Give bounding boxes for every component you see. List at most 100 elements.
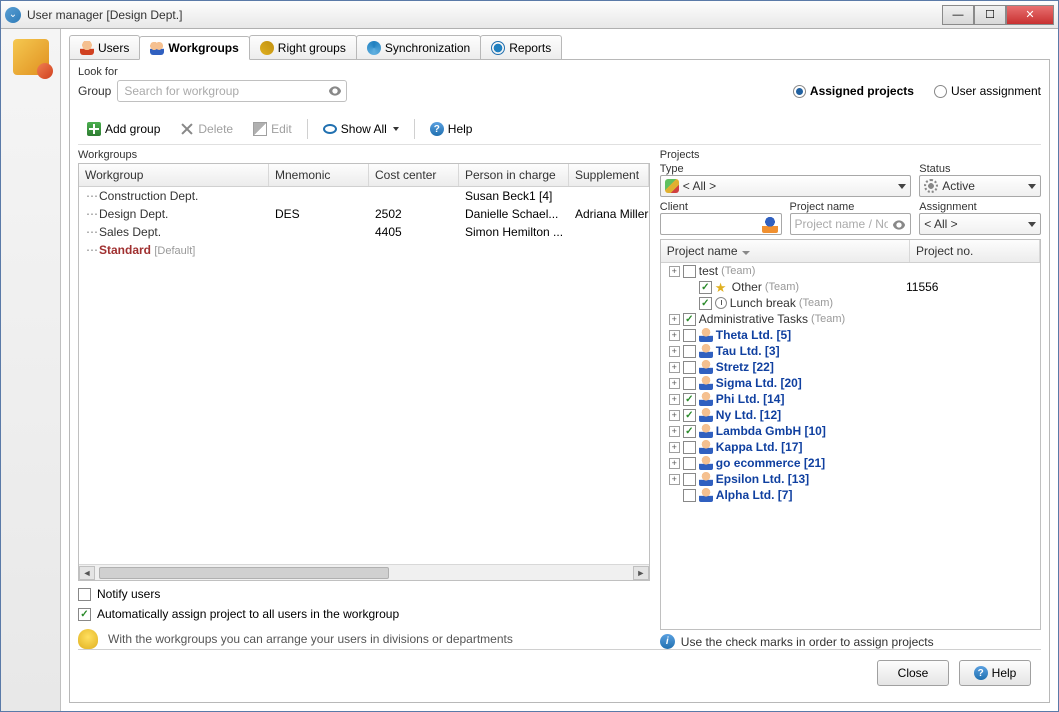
list-item[interactable]: +Phi Ltd. [14] [661,391,1040,407]
list-item[interactable]: + Sigma Ltd. [20] [661,375,1040,391]
table-row[interactable]: ⋯Design Dept.DES2502Danielle Schael...Ad… [79,205,649,223]
close-button[interactable]: Close [877,660,949,686]
notify-users-label: Notify users [97,587,160,601]
col-costcenter[interactable]: Cost center [369,164,459,186]
expander-icon[interactable]: + [669,266,680,277]
radio-user-assignment[interactable]: User assignment [934,84,1041,98]
list-item[interactable]: +go ecommerce [21] [661,455,1040,471]
tab-synchronization[interactable]: Synchronization [356,35,481,59]
project-checkbox[interactable] [683,329,696,342]
expander-icon[interactable]: + [669,442,680,453]
assignment-label: Assignment [919,201,1041,213]
project-checkbox[interactable] [683,457,696,470]
minimize-button[interactable]: — [942,5,974,25]
radio-assigned-projects[interactable]: Assigned projects [793,84,914,98]
project-checkbox[interactable] [683,377,696,390]
workgroups-icon [150,41,164,55]
project-checkbox[interactable] [683,425,696,438]
add-group-button[interactable]: Add group [78,118,169,140]
list-item[interactable]: +Ny Ltd. [12] [661,407,1040,423]
project-name: Sigma Ltd. [20] [716,376,802,390]
list-item[interactable]: +Epsilon Ltd. [13] [661,471,1040,487]
projectname-input[interactable] [795,214,889,234]
expander-icon[interactable]: + [669,474,680,485]
footer-help-button[interactable]: ?Help [959,660,1031,686]
list-item[interactable]: Alpha Ltd. [7] [661,487,1040,503]
help-icon: ? [974,666,988,680]
tab-reports[interactable]: Reports [480,35,562,59]
pname-input-wrap [790,213,912,235]
project-checkbox[interactable] [683,409,696,422]
project-name: Tau Ltd. [3] [716,344,780,358]
lightbulb-icon [78,629,98,649]
type-label: Type [660,163,911,175]
person-icon [699,344,713,358]
type-combo[interactable]: < All > [660,175,911,197]
project-checkbox[interactable] [683,473,696,486]
list-item[interactable]: +Administrative Tasks (Team) [661,311,1040,327]
table-row[interactable]: ⋯Standard [Default] [79,241,649,259]
project-checkbox[interactable] [683,393,696,406]
col-projectno[interactable]: Project no. [910,240,1040,262]
chevron-down-icon [1028,184,1036,189]
expander-spacer [685,282,696,293]
list-item[interactable]: +Lambda GmbH [10] [661,423,1040,439]
expander-icon[interactable]: + [669,362,680,373]
team-tag: (Team) [721,265,755,277]
project-checkbox[interactable] [699,281,712,294]
tab-users[interactable]: Users [69,35,140,59]
status-combo[interactable]: Active [919,175,1041,197]
project-checkbox[interactable] [683,345,696,358]
expander-icon[interactable]: + [669,346,680,357]
col-workgroup[interactable]: Workgroup [79,164,269,186]
col-personincharge[interactable]: Person in charge [459,164,569,186]
search-input[interactable] [117,80,347,102]
list-item[interactable]: ★Other (Team)11556 [661,279,1040,295]
list-item[interactable]: +Kappa Ltd. [17] [661,439,1040,455]
expander-icon[interactable]: + [669,378,680,389]
expander-icon[interactable]: + [669,394,680,405]
expander-icon[interactable]: + [669,426,680,437]
list-item[interactable]: Lunch break (Team) [661,295,1040,311]
group-label: Group [78,84,111,98]
project-checkbox[interactable] [683,441,696,454]
client-input[interactable] [665,214,759,234]
project-checkbox[interactable] [683,489,696,502]
expander-icon[interactable]: + [669,330,680,341]
project-checkbox[interactable] [699,297,712,310]
col-supplement[interactable]: Supplement [569,164,649,186]
client-icon[interactable] [762,217,778,233]
list-item[interactable]: +Theta Ltd. [5] [661,327,1040,343]
scroll-thumb[interactable] [99,567,389,579]
scroll-left-button[interactable]: ◄ [79,566,95,580]
list-item[interactable]: + Tau Ltd. [3] [661,343,1040,359]
horizontal-scrollbar[interactable]: ◄ ► [79,564,649,580]
col-mnemonic[interactable]: Mnemonic [269,164,369,186]
status-label: Status [919,163,1041,175]
search-eye-icon[interactable] [891,217,907,233]
help-button[interactable]: ?Help [421,118,482,140]
tab-rightgroups[interactable]: Right groups [249,35,357,59]
table-row[interactable]: ⋯Construction Dept.Susan Beck1 [4] [79,187,649,205]
search-eye-icon[interactable] [327,83,343,99]
show-all-button[interactable]: Show All [314,118,408,140]
table-row[interactable]: ⋯Sales Dept.4405Simon Hemilton ... [79,223,649,241]
assignment-combo[interactable]: < All > [919,213,1041,235]
col-projectname[interactable]: Project name [661,240,910,262]
scroll-right-button[interactable]: ► [633,566,649,580]
expander-icon[interactable]: + [669,314,680,325]
project-checkbox[interactable] [683,361,696,374]
close-window-button[interactable]: ✕ [1006,5,1054,25]
maximize-button[interactable]: ☐ [974,5,1006,25]
expander-icon[interactable]: + [669,410,680,421]
auto-assign-checkbox[interactable] [78,608,91,621]
list-item[interactable]: +test (Team) [661,263,1040,279]
project-checkbox[interactable] [683,313,696,326]
expander-icon[interactable]: + [669,458,680,469]
project-no: 11556 [906,280,1036,294]
notify-users-checkbox[interactable] [78,588,91,601]
list-item[interactable]: +Stretz [22] [661,359,1040,375]
project-checkbox[interactable] [683,265,696,278]
plus-icon [87,122,101,136]
tab-workgroups[interactable]: Workgroups [139,36,249,60]
